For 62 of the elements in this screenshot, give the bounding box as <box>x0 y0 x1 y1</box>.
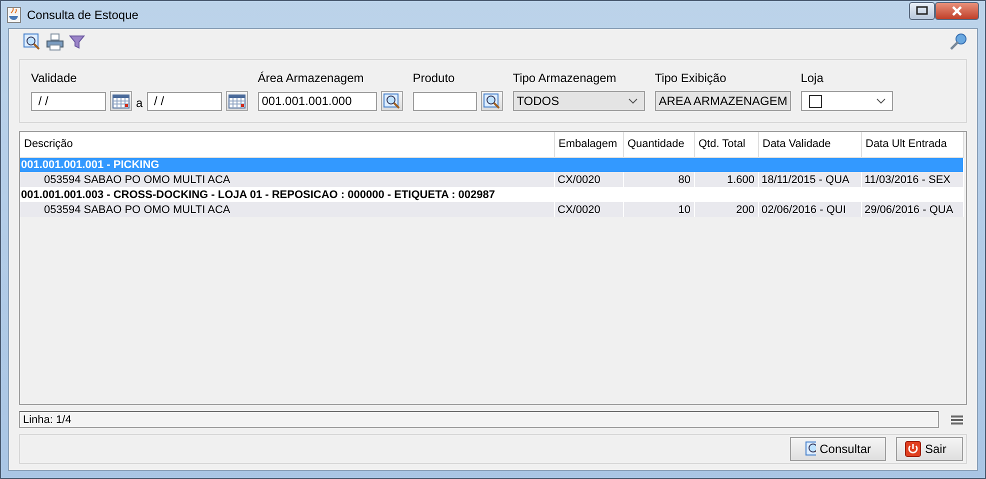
window-title: Consulta de Estoque <box>27 8 138 22</box>
table-cell: 10 <box>623 202 694 217</box>
calendar-icon <box>228 93 246 109</box>
caret-icon <box>876 98 886 104</box>
table-cell: 053594 SABAO PO OMO MULTI ACA <box>20 202 554 217</box>
search-button[interactable] <box>380 91 403 111</box>
field-label: Produto <box>412 71 456 85</box>
dropdown[interactable]: AREA ARMAZENAGEM <box>654 91 791 111</box>
table-row[interactable]: 053594 SABAO PO OMO MULTI ACA CX/0020 10 200 02/06/2016 - QUI 29/06/2016 - QUA <box>20 202 966 217</box>
dropdown[interactable] <box>800 91 893 111</box>
filter-icon[interactable] <box>69 34 85 50</box>
table-cell: 80 <box>623 172 694 187</box>
close-icon <box>951 6 963 16</box>
group-row[interactable]: 001.001.001.003 - CROSS-DOCKING - LOJA 01 - REPOSICAO : 000000 - ETIQUETA : 002987 <box>20 187 963 202</box>
column-header[interactable]: Quantidade <box>623 132 694 157</box>
status-field: Linha: 1/4 <box>19 411 939 428</box>
calendar-button[interactable] <box>110 91 132 111</box>
table-cell: CX/0020 <box>554 172 623 187</box>
table-cell: 02/06/2016 - QUI <box>758 202 861 217</box>
column-header[interactable]: Data Ult Entrada <box>861 132 963 157</box>
table-cell: 200 <box>694 202 758 217</box>
field-label: Loja <box>800 71 824 85</box>
input-field[interactable]: / / <box>31 92 106 110</box>
search-icon <box>805 441 816 457</box>
field-label: Área Armazenagem <box>258 71 365 85</box>
checkbox[interactable] <box>808 94 822 108</box>
input-field[interactable]: 001.001.001.000 <box>258 92 377 110</box>
table-row[interactable]: 053594 SABAO PO OMO MULTI ACA CX/0020 80 1.600 18/11/2015 - QUA 11/03/2016 - SEX <box>20 172 966 187</box>
input-field[interactable] <box>412 92 477 110</box>
separator-label: a <box>136 96 143 110</box>
column-header[interactable]: Embalagem <box>554 132 623 157</box>
close-button[interactable] <box>935 2 979 20</box>
column-header[interactable]: Qtd. Total <box>694 132 758 157</box>
printer-icon[interactable] <box>46 33 64 51</box>
table-cell: CX/0020 <box>554 202 623 217</box>
search-icon <box>382 93 401 109</box>
field-label: Tipo Exibição <box>654 71 728 85</box>
exit-button[interactable]: Sair <box>896 437 963 461</box>
dropdown[interactable]: TODOS <box>512 91 645 111</box>
menu-icon[interactable] <box>951 414 963 424</box>
search-icon <box>482 93 501 109</box>
caret-icon <box>628 98 638 104</box>
search-icon[interactable] <box>23 33 41 51</box>
power-icon <box>905 441 921 457</box>
table-cell: 053594 SABAO PO OMO MULTI ACA <box>20 172 554 187</box>
field-label: Validade <box>31 71 78 85</box>
field-label: Tipo Armazenagem <box>512 71 618 85</box>
calendar-button[interactable] <box>226 91 248 111</box>
table-cell: 1.600 <box>694 172 758 187</box>
restore-button[interactable] <box>909 2 935 20</box>
table-cell: 18/11/2015 - QUA <box>758 172 861 187</box>
table-cell: 29/06/2016 - QUA <box>861 202 963 217</box>
calendar-icon <box>112 93 130 109</box>
column-header[interactable]: Descrição <box>20 132 554 157</box>
input-field[interactable]: / / <box>146 92 222 110</box>
restore-icon <box>916 6 928 15</box>
column-header[interactable]: Data Validade <box>758 132 861 157</box>
key-icon[interactable] <box>949 33 967 51</box>
search-button[interactable]: Consultar <box>790 437 886 461</box>
search-button[interactable] <box>480 91 503 111</box>
table-cell: 11/03/2016 - SEX <box>861 172 963 187</box>
app-icon <box>7 6 21 22</box>
